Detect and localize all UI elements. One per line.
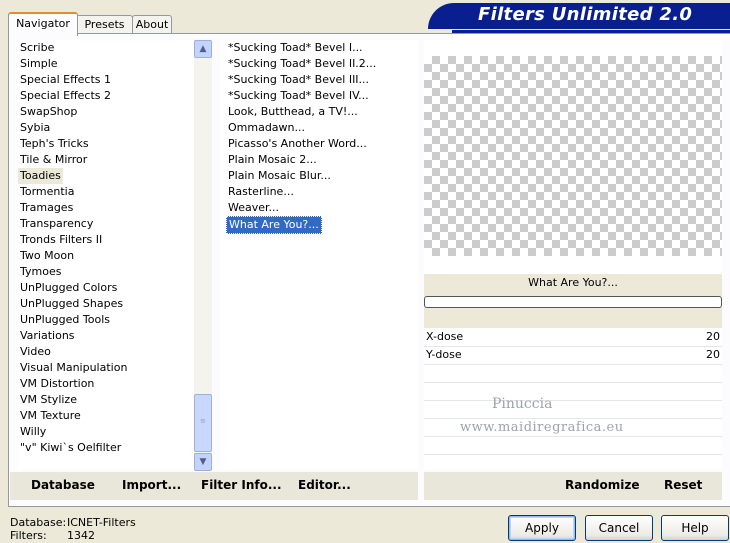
filter-item[interactable]: *Sucking Toad* Bevel I... [226,40,365,56]
param-label: Y-dose [426,348,462,361]
category-item[interactable]: Video [18,344,53,360]
tab-presets[interactable]: Presets [76,15,133,34]
category-item[interactable]: Scribe [18,40,56,56]
category-list[interactable]: Scribe Simple Special Effects 1 Special Eff… [18,40,194,470]
category-item[interactable]: Simple [18,56,60,72]
filters-count: 1342 [67,529,95,542]
category-item[interactable]: Transparency [18,216,95,232]
category-item[interactable]: VM Stylize [18,392,79,408]
database-button[interactable]: Database [31,478,95,492]
category-item[interactable]: "v" Kiwi`s Oelfilter [18,440,123,456]
filter-item[interactable]: *Sucking Toad* Bevel II.2... [226,56,378,72]
filter-item[interactable]: Picasso's Another Word... [226,136,369,152]
category-scrollbar[interactable]: ▲ ≡ ▼ [194,40,212,471]
progress-bar [424,296,722,308]
reset-button[interactable]: Reset [664,478,702,492]
filter-item[interactable]: Look, Butthead, a TV!... [226,104,360,120]
category-item[interactable]: Teph's Tricks [18,136,91,152]
filters-label: Filters: [10,529,47,542]
database-label: Database: [10,516,67,529]
param-label: X-dose [426,330,464,343]
randomize-button[interactable]: Randomize [565,478,639,492]
category-item[interactable]: UnPlugged Shapes [18,296,125,312]
param-value: 20 [706,348,720,361]
filter-item[interactable]: Plain Mosaic Blur... [226,168,333,184]
category-item[interactable]: Two Moon [18,248,76,264]
database-value: ICNET-Filters [67,516,136,529]
help-button[interactable]: Help [661,515,729,541]
category-item[interactable]: Tymoes [18,264,63,280]
watermark-url: www.maidiregrafica.eu [460,420,624,435]
category-item[interactable]: Variations [18,328,77,344]
filter-item[interactable]: *Sucking Toad* Bevel IV... [226,88,371,104]
category-item[interactable]: Tronds Filters II [18,232,104,248]
param-row-x-dose[interactable]: X-dose 20 [424,328,722,347]
category-item[interactable]: Sybia [18,120,52,136]
current-filter-name: What Are You?... [528,276,618,289]
filter-item[interactable]: Plain Mosaic 2... [226,152,319,168]
category-item[interactable]: Special Effects 1 [18,72,113,88]
filter-info-button[interactable]: Filter Info... [201,478,282,492]
category-item[interactable]: Tormentia [18,184,76,200]
watermark-name: Pinuccia [492,396,553,412]
filter-item[interactable]: Ommadawn... [226,120,307,136]
param-value: 20 [706,330,720,343]
app-title: Filters Unlimited 2.0 [478,4,693,25]
category-item[interactable]: Tile & Mirror [18,152,89,168]
apply-button[interactable]: Apply [508,515,576,541]
category-item[interactable]: Tramages [18,200,75,216]
category-item[interactable]: VM Distortion [18,376,96,392]
cancel-button[interactable]: Cancel [585,515,653,541]
category-item[interactable]: UnPlugged Colors [18,280,119,296]
category-item[interactable]: Visual Manipulation [18,360,129,376]
title-banner: Filters Unlimited 2.0 [428,3,730,33]
chevron-up-icon[interactable]: ▲ [194,40,212,58]
category-item[interactable]: Special Effects 2 [18,88,113,104]
editor-button[interactable]: Editor... [298,478,351,492]
category-item[interactable]: VM Texture [18,408,83,424]
param-row-y-dose[interactable]: Y-dose 20 [424,346,722,365]
filter-item[interactable]: What Are You?... [226,216,322,234]
param-row-empty [424,364,722,383]
param-row-empty [424,454,722,472]
preview-checkerboard [424,56,722,256]
param-row-empty [424,436,722,455]
filter-item[interactable]: Rasterline... [226,184,296,200]
filter-item[interactable]: Weaver... [226,200,281,216]
tab-navigator[interactable]: Navigator [8,12,78,36]
param-row-empty [424,382,722,401]
chevron-down-icon[interactable]: ▼ [194,453,212,471]
import-button[interactable]: Import... [122,478,181,492]
tab-about[interactable]: About [132,15,172,34]
category-item[interactable]: SwapShop [18,104,79,120]
category-item[interactable]: UnPlugged Tools [18,312,112,328]
filter-item[interactable]: *Sucking Toad* Bevel III... [226,72,371,88]
category-item[interactable]: Toadies [18,168,63,184]
param-row-empty [424,400,722,419]
category-item[interactable]: Willy [18,424,48,440]
scroll-thumb[interactable]: ≡ [194,394,212,452]
